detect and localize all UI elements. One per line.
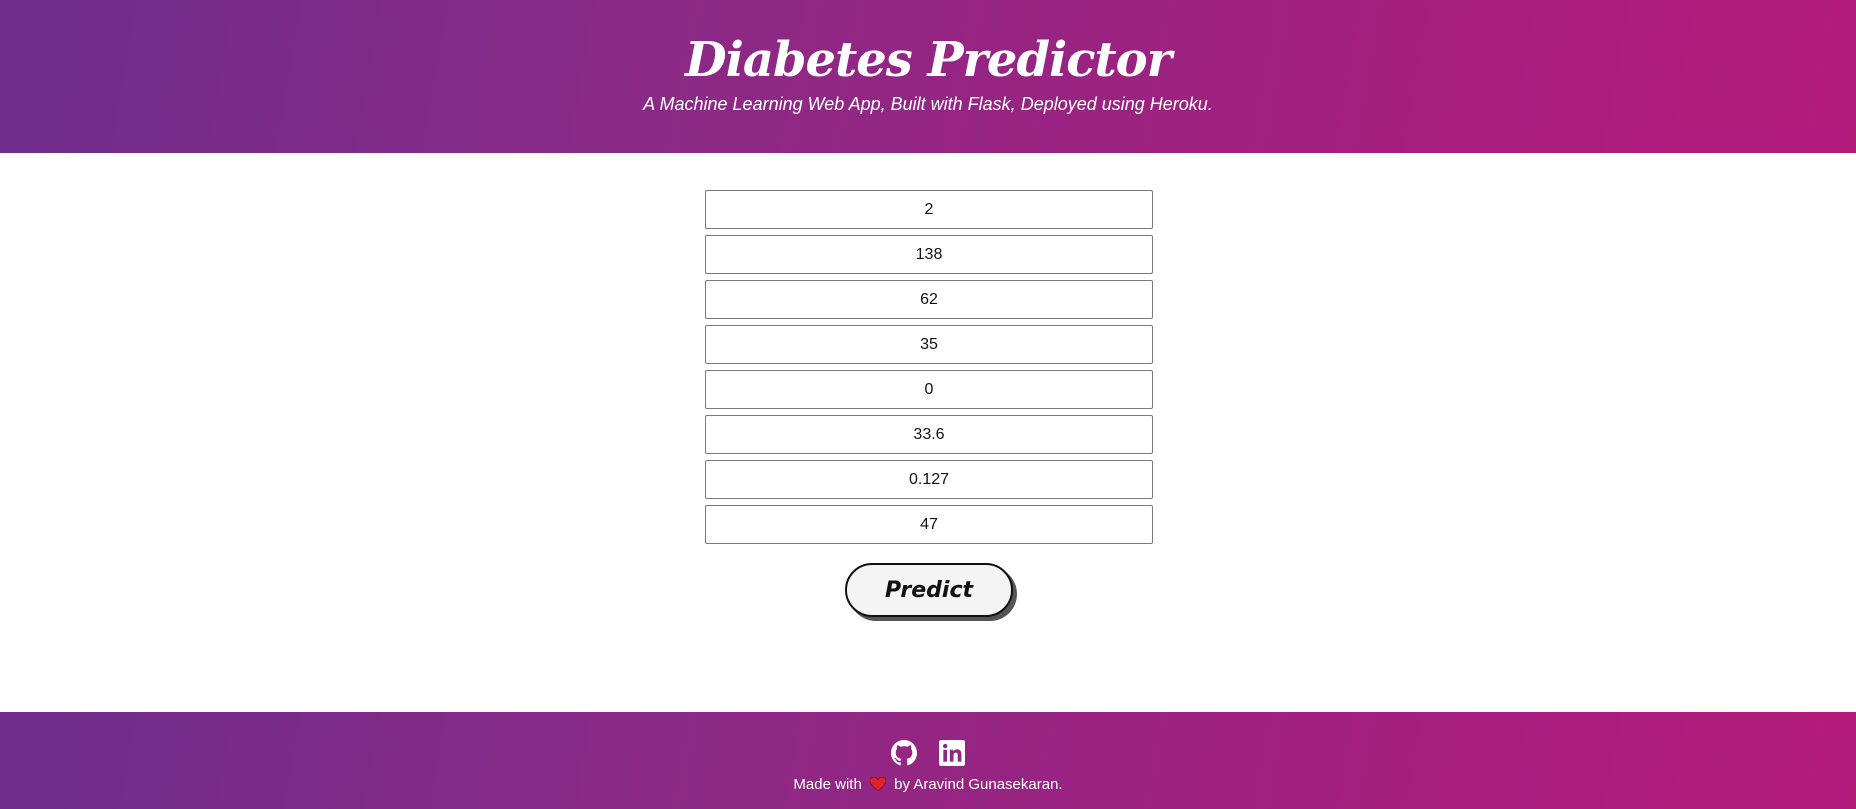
credit-line: Made with by Aravind Gunasekaran. (0, 775, 1856, 797)
prediction-form (705, 190, 1153, 550)
skin-thickness-field[interactable] (705, 325, 1153, 364)
diabetes-pedigree-field[interactable] (705, 460, 1153, 499)
predict-button[interactable]: Predict (845, 563, 1013, 617)
insulin-field[interactable] (705, 370, 1153, 409)
bmi-field[interactable] (705, 415, 1153, 454)
page-footer: Made with by Aravind Gunasekaran. (0, 712, 1856, 809)
pregnancies-field[interactable] (705, 190, 1153, 229)
blood-pressure-field[interactable] (705, 280, 1153, 319)
glucose-field[interactable] (705, 235, 1153, 274)
author-text: by Aravind Gunasekaran. (894, 776, 1063, 793)
github-icon[interactable] (891, 740, 917, 766)
linkedin-icon[interactable] (939, 740, 965, 766)
page-title: Diabetes Predictor (685, 32, 1172, 88)
page-header: Diabetes Predictor A Machine Learning We… (0, 0, 1856, 153)
heart-icon (869, 776, 887, 797)
made-with-text: Made with (793, 776, 862, 793)
social-links (0, 740, 1856, 768)
age-field[interactable] (705, 505, 1153, 544)
page-subtitle: A Machine Learning Web App, Built with F… (643, 94, 1213, 114)
